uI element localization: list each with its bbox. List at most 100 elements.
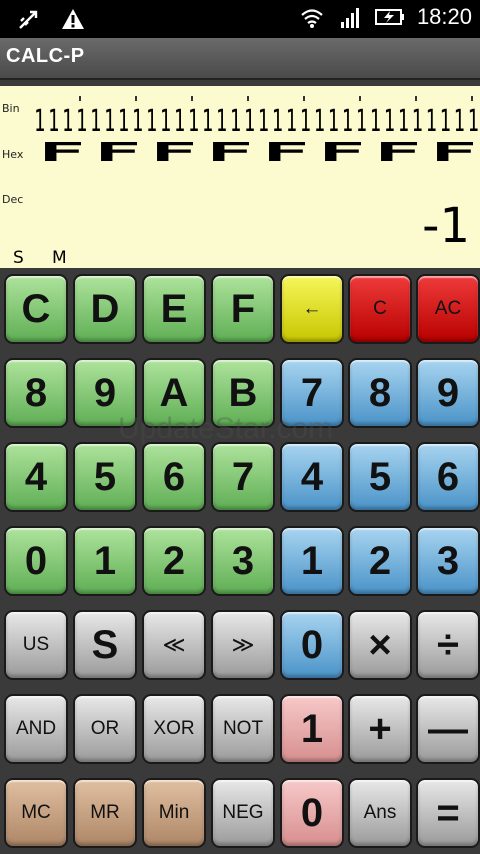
key-label: 2 (368, 538, 392, 583)
key-1-5-button[interactable]: 8 (348, 358, 412, 428)
key-0-2-button[interactable]: E (142, 274, 206, 344)
key-0-6-button[interactable]: AC (416, 274, 480, 344)
key-label: 1 (93, 538, 117, 583)
key-6-3-button[interactable]: NEG (211, 778, 275, 848)
key-0-5-button[interactable]: C (348, 274, 412, 344)
key-label: + (368, 706, 392, 751)
key-5-0-button[interactable]: AND (4, 694, 68, 764)
key-2-0-button[interactable]: 4 (4, 442, 68, 512)
key-label: E (160, 286, 188, 331)
key-3-0-button[interactable]: 0 (4, 526, 68, 596)
key-label: MR (90, 802, 120, 823)
key-2-6-button[interactable]: 6 (416, 442, 480, 512)
key-label: D (90, 286, 120, 331)
key-5-6-button[interactable]: — (416, 694, 480, 764)
key-label: F (230, 286, 256, 331)
dec-label: Dec (2, 193, 24, 206)
decimal-value: -1 (422, 198, 470, 254)
key-4-3-button[interactable]: ≫ (211, 610, 275, 680)
key-label: × (368, 622, 392, 667)
key-5-1-button[interactable]: OR (73, 694, 137, 764)
key-6-5-button[interactable]: Ans (348, 778, 412, 848)
key-label: 6 (436, 454, 460, 499)
key-0-4-button[interactable]: ← (280, 274, 344, 344)
key-3-6-button[interactable]: 3 (416, 526, 480, 596)
hex-value: F F F F F F F F (38, 138, 478, 189)
key-4-5-button[interactable]: × (348, 610, 412, 680)
key-label: MC (21, 802, 51, 823)
key-label: 2 (162, 538, 186, 583)
key-4-4-button[interactable]: 0 (280, 610, 344, 680)
key-1-0-button[interactable]: 8 (4, 358, 68, 428)
battery-charging-icon (374, 9, 404, 25)
key-4-1-button[interactable]: S (73, 610, 137, 680)
key-0-3-button[interactable]: F (211, 274, 275, 344)
key-label: 8 (24, 370, 48, 415)
key-label: 4 (300, 454, 324, 499)
key-5-5-button[interactable]: + (348, 694, 412, 764)
key-3-1-button[interactable]: 1 (73, 526, 137, 596)
key-3-5-button[interactable]: 2 (348, 526, 412, 596)
key-label: 0 (24, 538, 48, 583)
key-label: 0 (300, 790, 324, 835)
key-5-2-button[interactable]: XOR (142, 694, 206, 764)
key-label: A (159, 370, 189, 415)
key-4-0-button[interactable]: US (4, 610, 68, 680)
key-label: 4 (24, 454, 48, 499)
key-5-4-button[interactable]: 1 (280, 694, 344, 764)
key-2-4-button[interactable]: 4 (280, 442, 344, 512)
key-label: US (22, 634, 50, 655)
key-label: 6 (162, 454, 186, 499)
key-5-3-button[interactable]: NOT (211, 694, 275, 764)
key-label: 7 (231, 454, 255, 499)
key-0-1-button[interactable]: D (73, 274, 137, 344)
key-2-2-button[interactable]: 6 (142, 442, 206, 512)
key-6-4-button[interactable]: 0 (280, 778, 344, 848)
key-label: 1 (300, 538, 324, 583)
key-6-6-button[interactable]: = (416, 778, 480, 848)
key-label: Min (158, 802, 190, 823)
key-3-2-button[interactable]: 2 (142, 526, 206, 596)
key-label: ≫ (231, 632, 255, 657)
warning-icon (62, 9, 84, 29)
key-label: 5 (93, 454, 117, 499)
key-6-2-button[interactable]: Min (142, 778, 206, 848)
clock: 18:20 (416, 4, 472, 29)
key-label: NEG (222, 802, 264, 823)
key-2-5-button[interactable]: 5 (348, 442, 412, 512)
key-label: 5 (368, 454, 392, 499)
usb-debug-icon (19, 10, 38, 29)
key-3-4-button[interactable]: 1 (280, 526, 344, 596)
key-4-6-button[interactable]: ÷ (416, 610, 480, 680)
key-label: NOT (222, 718, 264, 739)
key-label: 1 (300, 706, 324, 751)
key-3-3-button[interactable]: 3 (211, 526, 275, 596)
key-1-3-button[interactable]: B (211, 358, 275, 428)
status-bar: 18:20 (0, 0, 480, 38)
key-label: = (436, 790, 460, 835)
key-label: C (373, 298, 387, 319)
key-label: 3 (231, 538, 255, 583)
key-1-6-button[interactable]: 9 (416, 358, 480, 428)
key-label: ← (302, 298, 322, 319)
key-label: AC (434, 298, 462, 319)
wifi-icon (301, 9, 323, 28)
key-label: B (228, 370, 258, 415)
key-2-3-button[interactable]: 7 (211, 442, 275, 512)
key-2-1-button[interactable]: 5 (73, 442, 137, 512)
key-label: AND (15, 718, 57, 739)
key-label: OR (90, 718, 120, 739)
signal-icon (340, 8, 359, 28)
key-label: ≪ (162, 632, 186, 657)
key-4-2-button[interactable]: ≪ (142, 610, 206, 680)
key-6-0-button[interactable]: MC (4, 778, 68, 848)
key-6-1-button[interactable]: MR (73, 778, 137, 848)
binary-value: 11111111111111111111111111111111 (34, 104, 480, 139)
key-1-1-button[interactable]: 9 (73, 358, 137, 428)
bin-label: Bin (2, 102, 20, 115)
key-1-4-button[interactable]: 7 (280, 358, 344, 428)
key-1-2-button[interactable]: A (142, 358, 206, 428)
app-title: CALC-P (6, 45, 85, 67)
key-label: Ans (363, 802, 397, 823)
key-0-0-button[interactable]: C (4, 274, 68, 344)
